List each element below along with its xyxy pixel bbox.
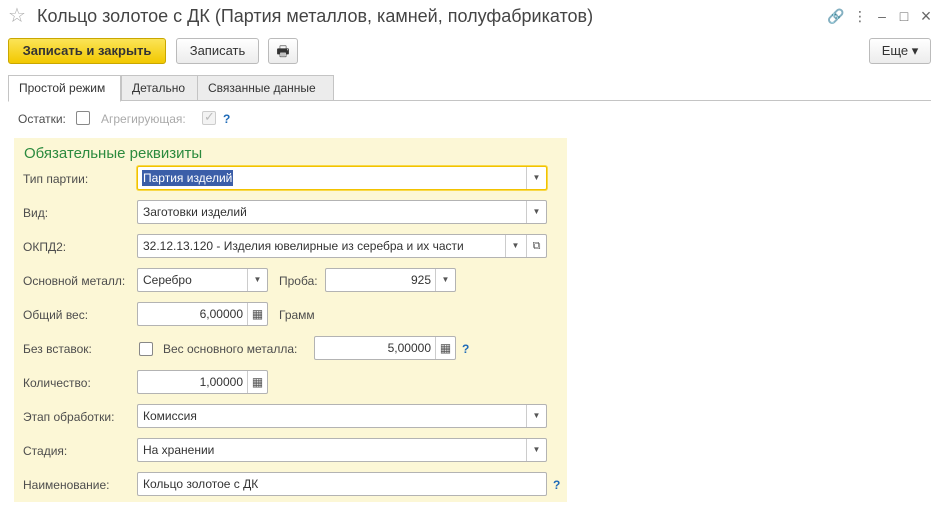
link-icon[interactable]: 🔗 [826,6,846,26]
status-value: На хранении [143,443,215,457]
metal-value: Серебро [143,273,192,287]
maximize-icon[interactable]: □ [894,6,914,26]
total-weight-value: 6,00000 [199,307,243,321]
chevron-down-icon[interactable]: ▼ [526,405,546,427]
total-weight-field[interactable]: 6,00000 ▦ [137,302,268,326]
aggregating-checkbox: ✓ [202,109,216,125]
more-actions-icon[interactable]: ⋮ [850,6,870,26]
save-and-close-button[interactable]: Записать и закрыть [8,38,166,64]
no-inserts-checkbox[interactable] [139,342,153,356]
chevron-down-icon[interactable]: ▼ [247,269,267,291]
chevron-down-icon[interactable]: ▼ [505,235,525,257]
tab-related-data[interactable]: Связанные данные [197,75,334,101]
calculator-icon[interactable]: ▦ [247,371,267,393]
okpd2-label: ОКПД2: [23,240,67,254]
name-label: Наименование: [23,478,110,492]
chevron-down-icon[interactable]: ▼ [526,201,546,223]
metal-weight-label: Вес основного металла: [163,342,298,356]
chevron-down-icon[interactable]: ▼ [435,269,455,291]
remains-checkbox[interactable] [76,111,90,125]
tab-simple-mode[interactable]: Простой режим [8,75,121,102]
status-label: Стадия: [23,444,68,458]
probe-field[interactable]: 925 ▼ [325,268,456,292]
batch-type-value: Партия изделий [142,170,234,186]
aggregating-help-icon[interactable]: ? [223,111,230,127]
processing-stage-field[interactable]: Комиссия ▼ [137,404,547,428]
title-bar: ☆ Кольцо золотое с ДК (Партия металлов, … [0,0,947,34]
favorite-star-icon[interactable]: ☆ [8,4,26,28]
aggregating-label: Агрегирующая: [101,112,186,126]
chevron-down-icon[interactable]: ▼ [526,439,546,461]
minimize-icon[interactable]: – [872,6,892,26]
status-field[interactable]: На хранении ▼ [137,438,547,462]
checkmark-icon: ✓ [204,109,215,124]
batch-type-field[interactable]: Партия изделий ▼ [137,166,547,190]
no-inserts-label: Без вставок: [23,342,92,356]
okpd2-value: 32.12.13.120 - Изделия ювелирные из сере… [143,239,464,253]
metal-weight-help-icon[interactable]: ? [462,341,469,357]
calculator-icon[interactable]: ▦ [247,303,267,325]
processing-stage-label: Этап обработки: [23,410,115,424]
kind-label: Вид: [23,206,49,220]
weight-unit: Грамм [279,308,315,322]
window-title: Кольцо золотое с ДК (Партия металлов, ка… [37,6,594,26]
tab-detailed[interactable]: Детально [121,75,198,101]
quantity-value: 1,00000 [199,375,243,389]
name-help-icon[interactable]: ? [553,477,560,493]
calculator-icon[interactable]: ▦ [435,337,455,359]
kind-field[interactable]: Заготовки изделий ▼ [137,200,547,224]
more-button[interactable]: Еще ▾ [869,38,931,64]
toolbar: Записать и закрыть Записать 🖶 Еще ▾ [0,38,947,66]
name-field[interactable]: Кольцо золотое с ДК [137,472,547,496]
batch-type-label: Тип партии: [23,172,89,186]
name-value: Кольцо золотое с ДК [143,477,259,491]
open-icon[interactable]: ⧉ [526,235,546,257]
okpd2-field[interactable]: 32.12.13.120 - Изделия ювелирные из сере… [137,234,547,258]
save-button[interactable]: Записать [176,38,259,64]
close-icon[interactable]: × [916,6,936,26]
quantity-field[interactable]: 1,00000 ▦ [137,370,268,394]
kind-value: Заготовки изделий [143,205,247,219]
metal-weight-value: 5,00000 [387,341,431,355]
metal-label: Основной металл: [23,274,126,288]
quantity-label: Количество: [23,376,91,390]
metal-weight-field[interactable]: 5,00000 ▦ [314,336,456,360]
processing-stage-value: Комиссия [143,409,197,423]
remains-label: Остатки: [18,112,66,126]
print-button[interactable]: 🖶 [268,38,298,64]
total-weight-label: Общий вес: [23,308,89,322]
probe-value: 925 [410,273,431,287]
metal-field[interactable]: Серебро ▼ [137,268,268,292]
chevron-down-icon[interactable]: ▼ [526,167,546,189]
probe-label: Проба: [279,274,318,288]
printer-icon: 🖶 [276,43,290,59]
group-title: Обязательные реквизиты [24,145,203,162]
